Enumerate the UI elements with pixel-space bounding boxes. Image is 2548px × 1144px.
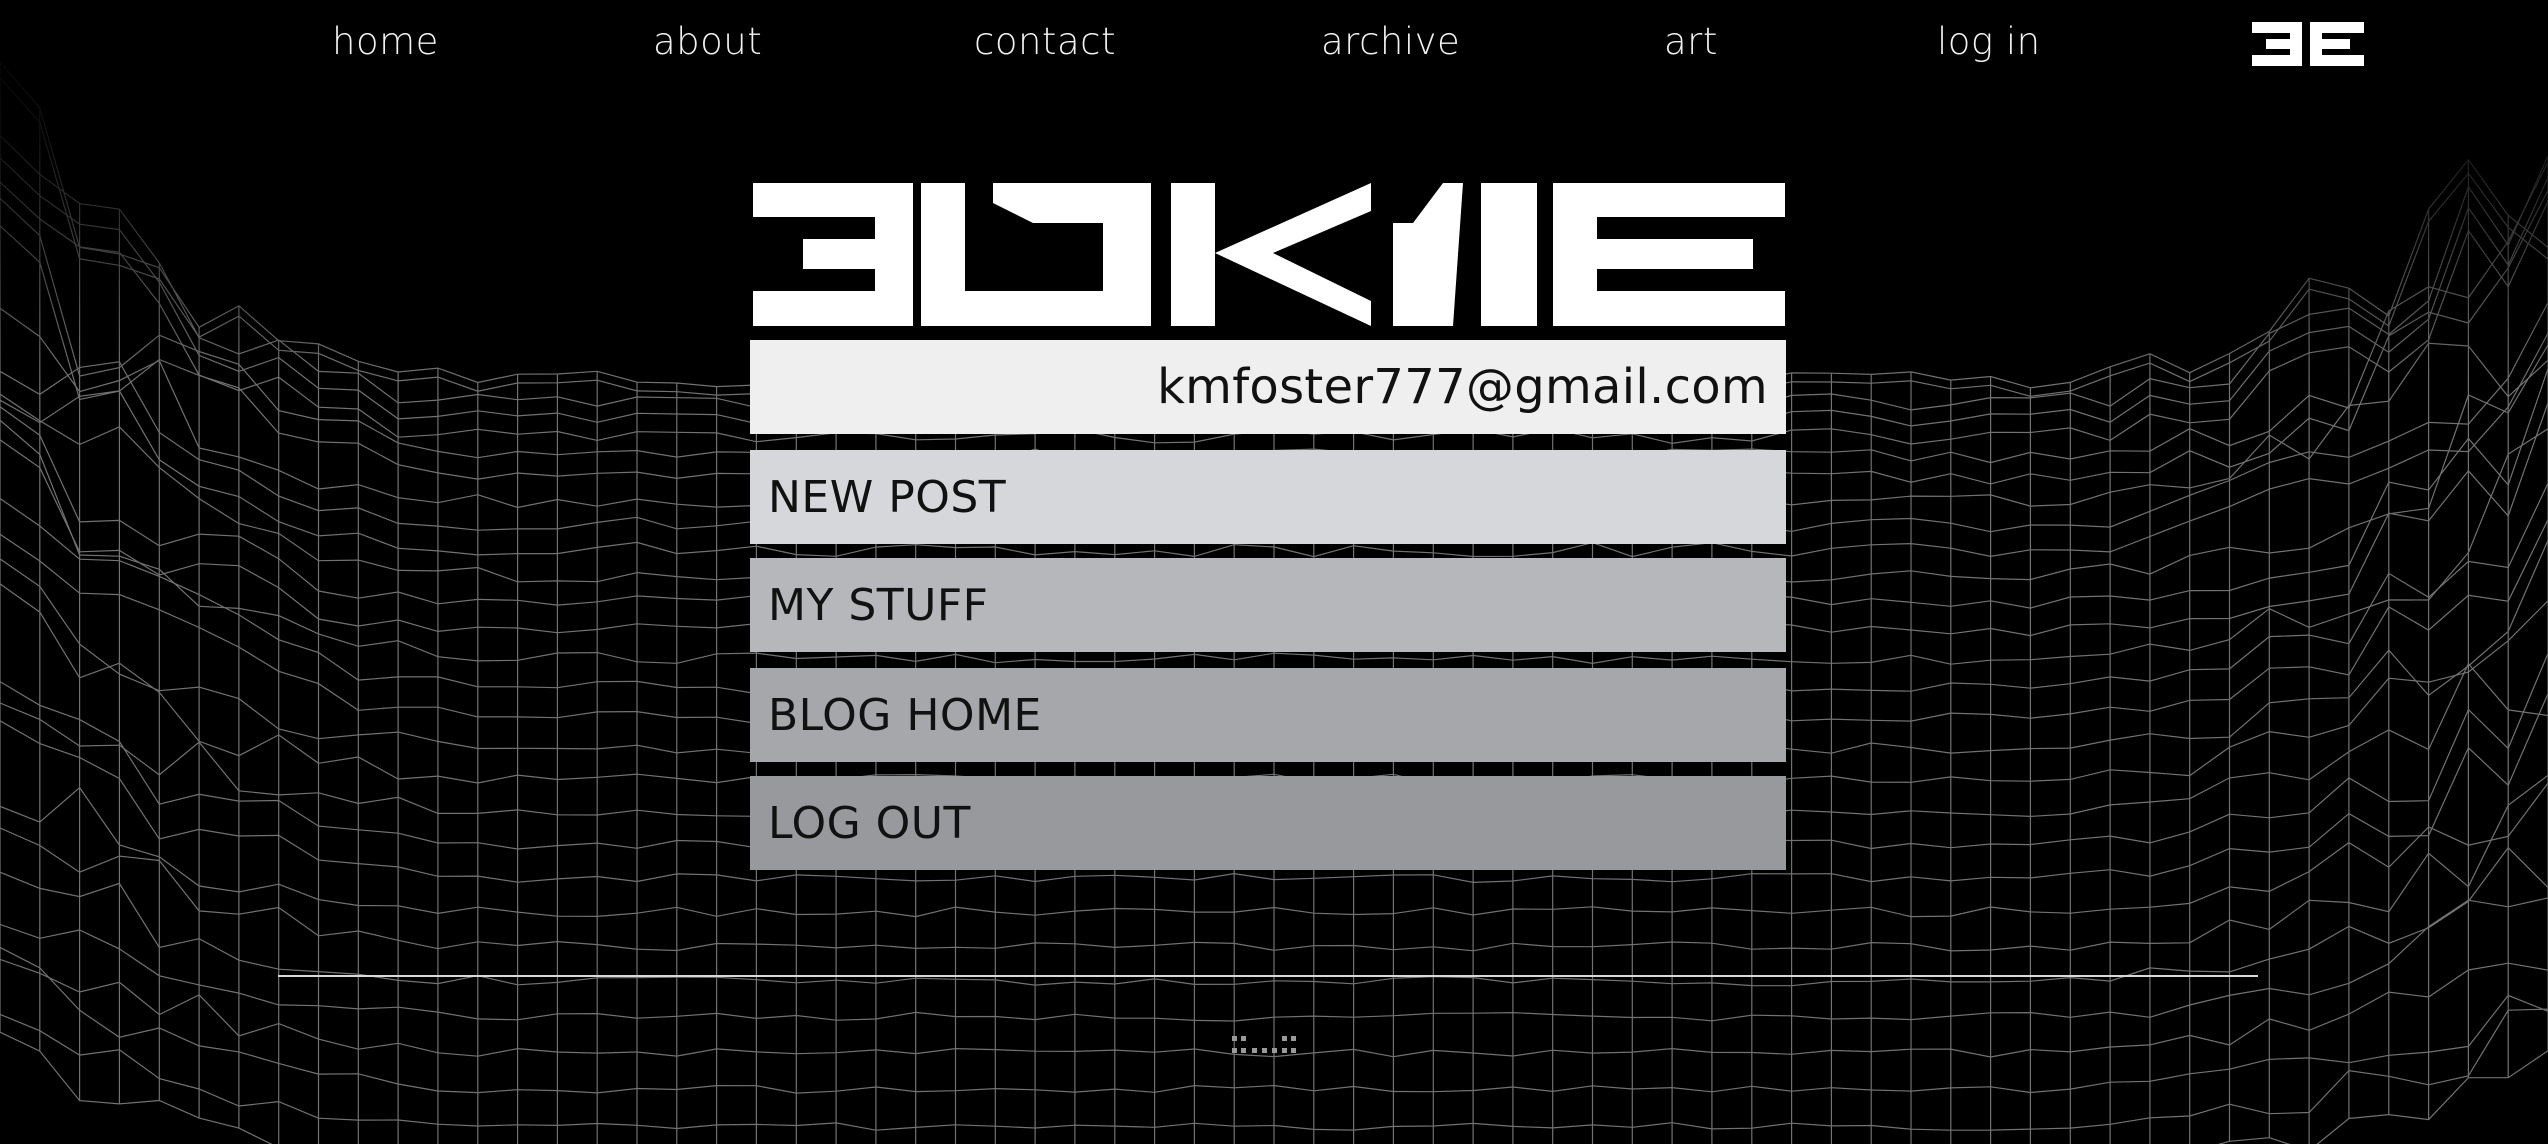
nav-art-link[interactable]: art <box>1664 20 1718 63</box>
footer-pixel-mark-icon <box>1232 1036 1296 1053</box>
blog-home-label: BLOG HOME <box>768 689 1042 741</box>
user-email-bar: kmfoster777@gmail.com <box>750 340 1786 434</box>
blog-home-button[interactable]: BLOG HOME <box>750 668 1786 762</box>
my-stuff-label: MY STUFF <box>768 579 989 631</box>
top-nav: home about contact archive art log in <box>0 0 2548 96</box>
log-out-label: LOG OUT <box>768 797 971 849</box>
log-out-button[interactable]: LOG OUT <box>750 776 1786 870</box>
footer-divider <box>278 975 2258 977</box>
nav-contact-link[interactable]: contact <box>974 20 1116 63</box>
new-post-label: NEW POST <box>768 471 1007 523</box>
my-stuff-button[interactable]: MY STUFF <box>750 558 1786 652</box>
site-wordmark-logo <box>753 183 1785 326</box>
nav-log-in-link[interactable]: log in <box>1937 20 2041 63</box>
nav-archive-link[interactable]: archive <box>1321 20 1460 63</box>
user-email: kmfoster777@gmail.com <box>1157 359 1768 415</box>
nav-about-link[interactable]: about <box>653 20 762 63</box>
ee-monogram-logo-icon[interactable] <box>2252 22 2364 66</box>
page: home about contact archive art log in km… <box>0 0 2548 1144</box>
new-post-button[interactable]: NEW POST <box>750 450 1786 544</box>
nav-home-link[interactable]: home <box>332 20 439 63</box>
